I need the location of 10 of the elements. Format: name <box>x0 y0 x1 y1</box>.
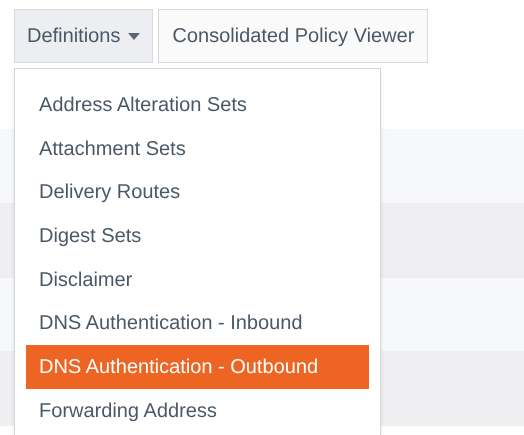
menu-item[interactable]: Digest Sets <box>26 214 369 258</box>
menu-item[interactable]: DNS Authentication - Inbound <box>26 301 369 346</box>
definitions-dropdown[interactable]: Definitions <box>14 9 154 63</box>
menu-item[interactable]: Address Alteration Sets <box>26 83 369 127</box>
menu-item[interactable]: Attachment Sets <box>26 126 369 170</box>
policy-viewer-button[interactable]: Consolidated Policy Viewer <box>158 9 428 63</box>
menu-item[interactable]: Forwarding Address <box>26 388 369 432</box>
menu-item[interactable]: Disclaimer <box>26 258 369 302</box>
caret-icon <box>128 32 140 40</box>
menu-item[interactable]: Delivery Routes <box>26 170 369 214</box>
